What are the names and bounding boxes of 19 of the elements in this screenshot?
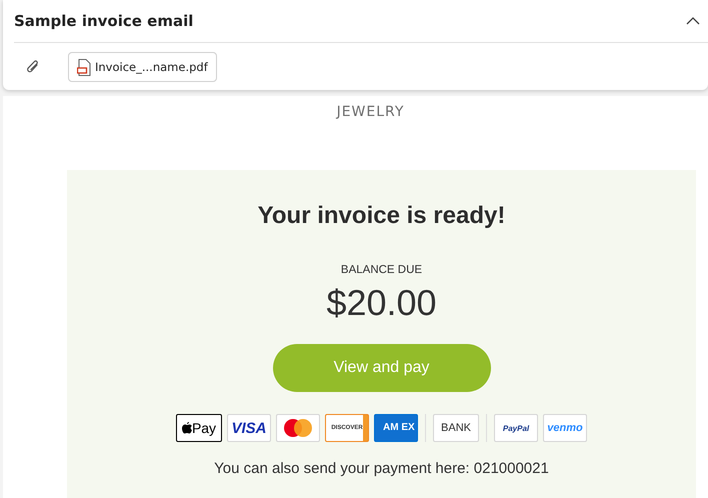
bank-badge: BANK [433,414,479,442]
amex-badge: AM EX [374,414,418,442]
collapse-button[interactable] [684,15,702,27]
apple-pay-badge: Pay [176,414,222,442]
mastercard-icon [282,418,314,438]
invoice-heading: Your invoice is ready! [258,202,506,230]
balance-amount: $20.00 [326,282,437,324]
pdf-file-icon [77,58,91,76]
chevron-icon [686,17,700,25]
apple-icon [182,422,192,434]
visa-badge: VISA [227,414,271,442]
balance-label: BALANCE DUE [340,264,422,276]
paperclip-icon [26,59,40,75]
payment-note: You can also send your payment here: 021000021 [214,460,549,477]
email-subject: Sample invoice email [14,12,194,30]
brand-logo: JEWELRY [336,104,404,120]
venmo-badge: venmo [543,414,587,442]
paypal-badge: PayPal [494,414,538,442]
attachment-chip[interactable]: Invoice_...name.pdf [68,52,217,82]
